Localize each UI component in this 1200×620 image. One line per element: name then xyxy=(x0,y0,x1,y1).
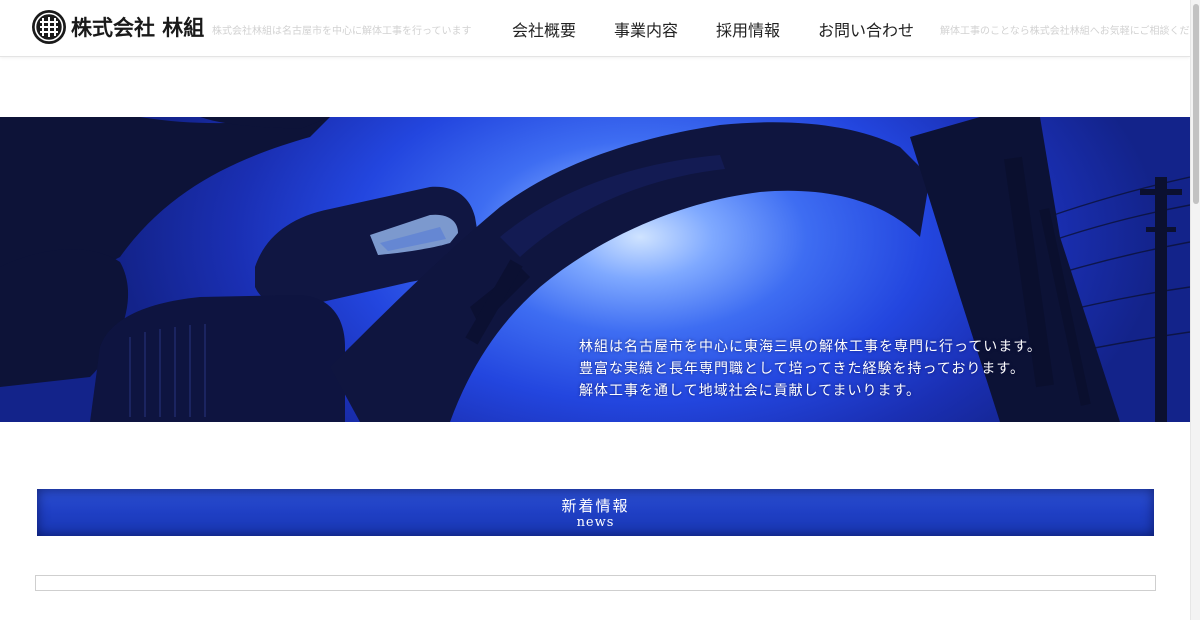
hero-banner: 林組は名古屋市を中心に東海三県の解体工事を専門に行っています。 豊富な実績と長年… xyxy=(0,117,1190,422)
hero-caption-line: 林組は名古屋市を中心に東海三県の解体工事を専門に行っています。 xyxy=(579,339,1042,355)
header-faded-text: 株式会社林組は名古屋市を中心に解体工事を行っています xyxy=(212,26,472,37)
nav-item-recruit[interactable]: 採用情報 xyxy=(697,17,799,41)
hero-caption-line: 豊富な実績と長年専門職として培ってきた経験を持っております。 xyxy=(579,361,1025,377)
nav-item-business[interactable]: 事業内容 xyxy=(595,17,697,41)
company-name: 株式会社 林組 xyxy=(71,15,205,40)
site-header: 株式会社林組は名古屋市を中心に解体工事を行っています 解体工事のことなら株式会社… xyxy=(0,0,1200,57)
hero-caption-line: 解体工事を通して地域社会に貢献してまいります。 xyxy=(579,383,922,399)
page-scrollbar[interactable] xyxy=(1190,0,1200,620)
news-section-header: 新着情報 news xyxy=(37,489,1154,536)
site-logo-link[interactable]: 株式会社 林組 xyxy=(31,9,204,45)
header-faded-text: 解体工事のことなら株式会社林組へお気軽にご相談ください xyxy=(940,26,1200,37)
company-crest-icon xyxy=(32,10,66,44)
news-list xyxy=(35,575,1156,591)
scrollbar-thumb[interactable] xyxy=(1193,4,1199,204)
news-title: 新着情報 xyxy=(561,497,630,515)
news-subtitle: news xyxy=(576,515,615,530)
nav-item-contact[interactable]: お問い合わせ xyxy=(799,17,933,41)
hero-caption: 林組は名古屋市を中心に東海三県の解体工事を専門に行っています。 豊富な実績と長年… xyxy=(579,336,1042,402)
main-nav: 会社概要 事業内容 採用情報 お問い合わせ xyxy=(493,0,933,57)
nav-item-company-profile[interactable]: 会社概要 xyxy=(493,17,595,41)
